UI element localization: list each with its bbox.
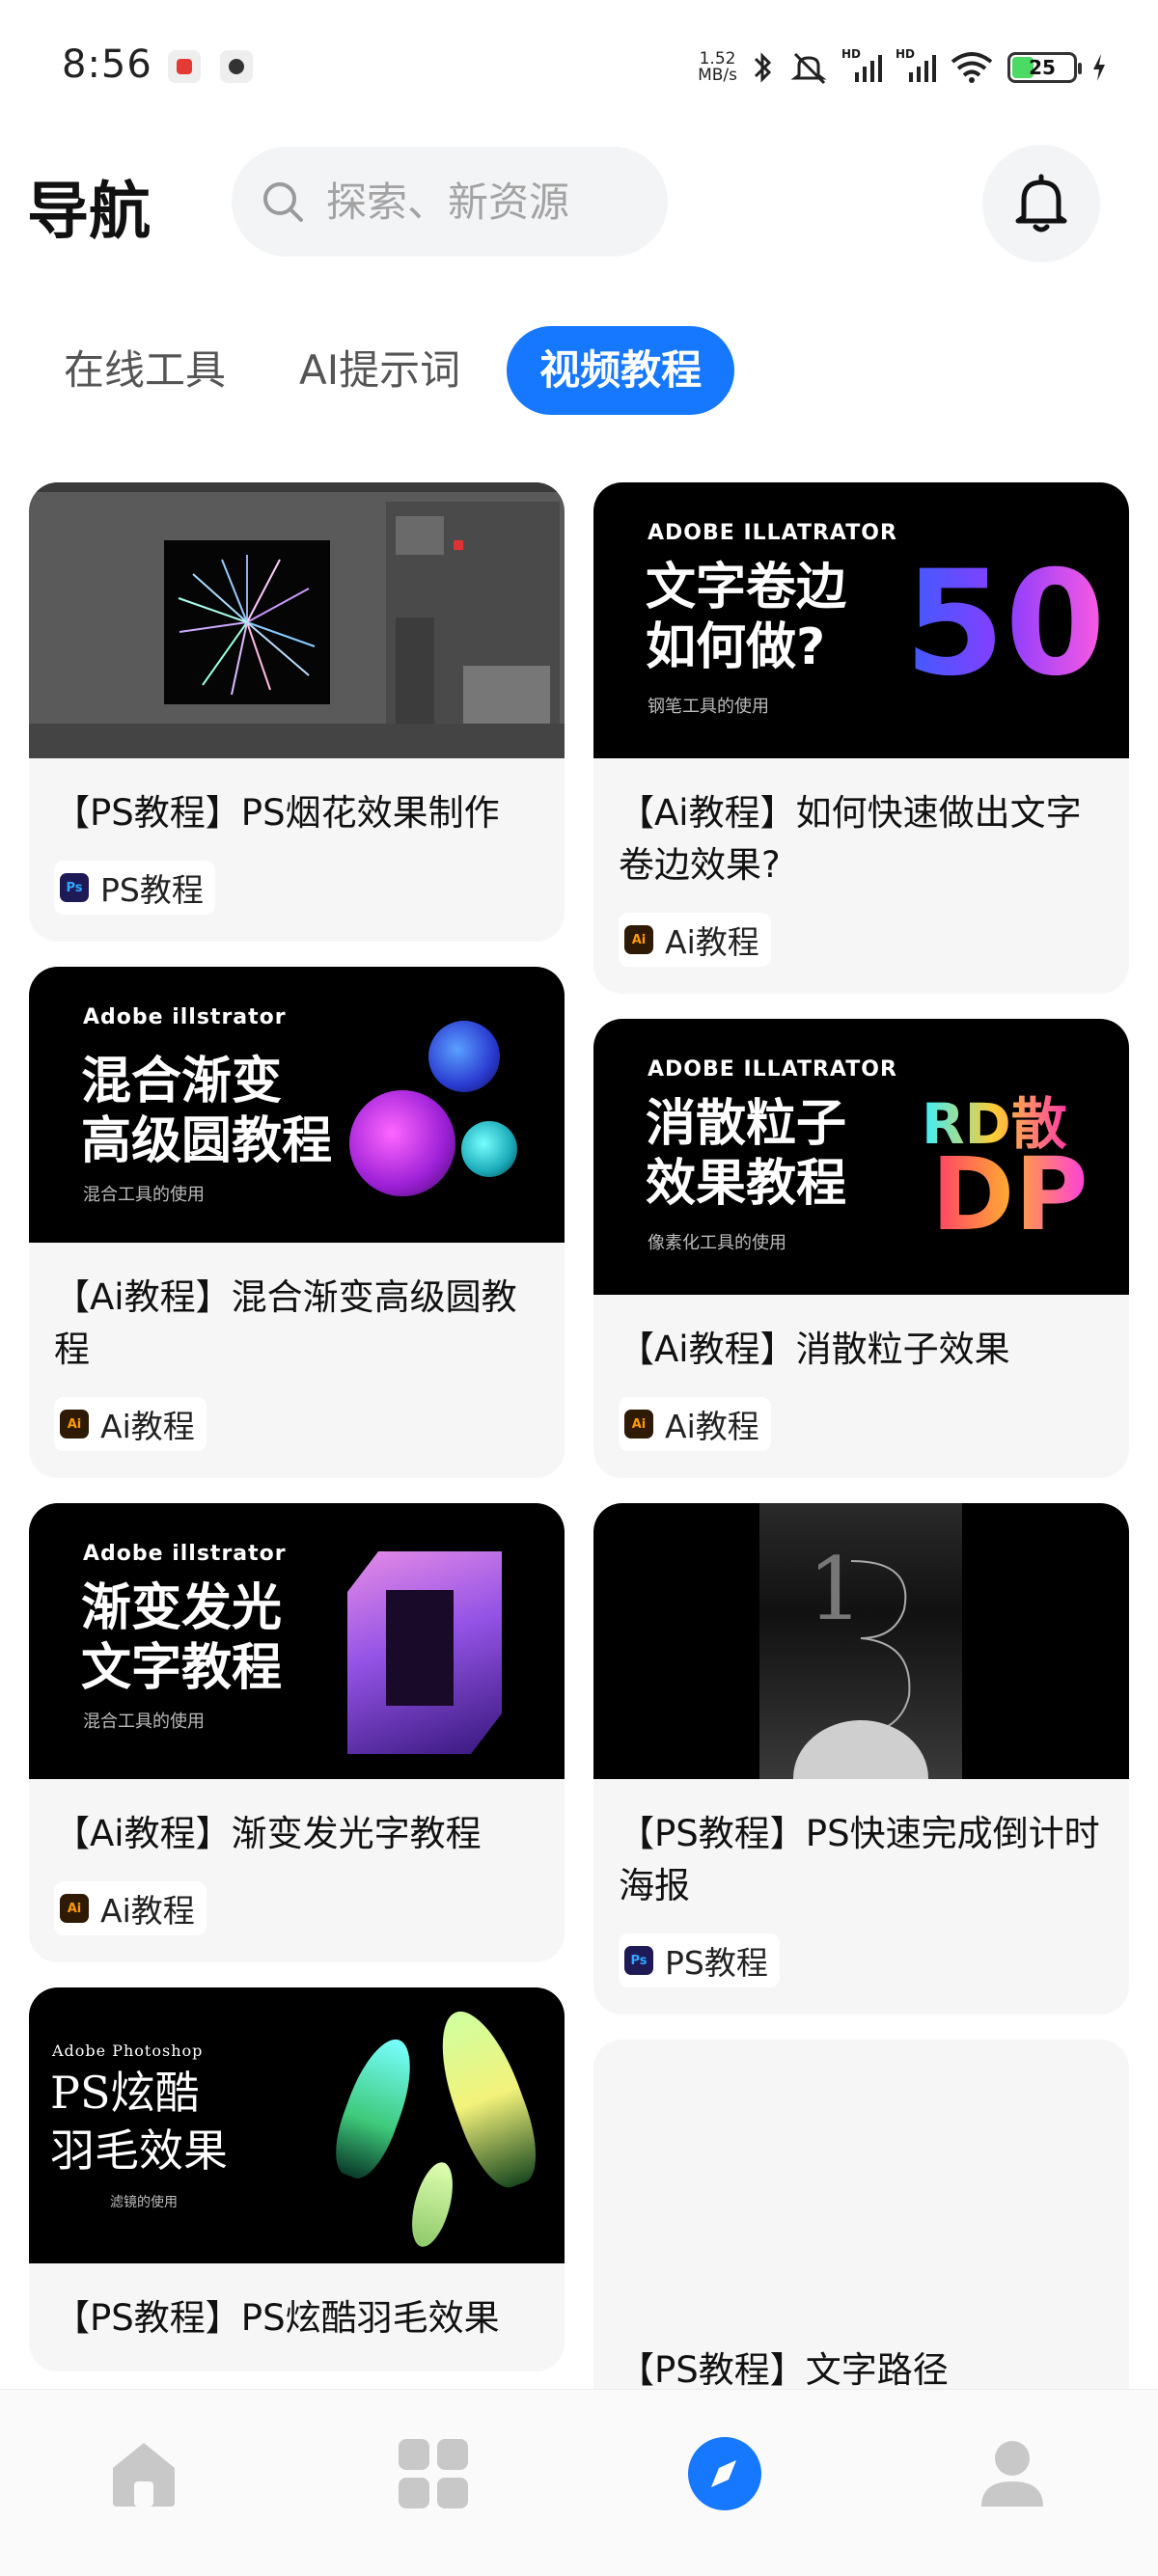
tutorial-card[interactable]: 1 【PS教程】PS快速完成倒计时海报 Ps PS教程 — [593, 1503, 1129, 2014]
wifi-icon — [951, 52, 993, 83]
bottom-navigation — [0, 2389, 1158, 2576]
compass-icon — [688, 2437, 761, 2510]
tutorial-card[interactable]: ADOBE ILLATRATOR 文字卷边 如何做? 钢笔工具的使用 50 【A… — [593, 482, 1129, 994]
card-title: 【PS教程】PS快速完成倒计时海报 — [619, 1813, 1100, 1906]
ps-logo-icon: Ps — [60, 873, 89, 902]
app-notification-icon — [168, 50, 201, 83]
card-title: 【PS教程】PS炫酷羽毛效果 — [54, 2297, 500, 2339]
page-title: 导航 — [27, 177, 151, 248]
tutorial-card[interactable]: ADOBE ILLATRATOR 消散粒子 效果教程 像素化工具的使用 RD散 … — [593, 1019, 1129, 1478]
search-input[interactable] — [326, 178, 635, 226]
app-notification-icon-2 — [220, 50, 253, 83]
nav-profile[interactable] — [969, 2430, 1056, 2517]
glow-text-thumbnail: Adobe illstrator 渐变发光 文字教程 混合工具的使用 — [29, 1503, 565, 1779]
category-tabs: 在线工具 AI提示词 视频教程 — [39, 324, 754, 417]
category-tag: Ai Ai教程 — [54, 1397, 207, 1451]
bluetooth-icon — [754, 52, 772, 83]
ai-logo-icon: Ai — [60, 1894, 89, 1923]
ai-logo-icon: Ai — [624, 925, 653, 954]
tab-ai-prompts[interactable]: AI提示词 — [272, 326, 487, 415]
signal-icon-2: HD — [896, 47, 936, 82]
blend-circles-thumbnail: Adobe illstrator 混合渐变 高级圆教程 混合工具的使用 — [29, 967, 565, 1243]
card-title: 【PS教程】PS烟花效果制作 — [54, 792, 500, 834]
category-tag: Ai Ai教程 — [619, 913, 771, 967]
card-title: 【Ai教程】如何快速做出文字卷边效果? — [619, 792, 1082, 886]
nav-apps[interactable] — [390, 2430, 477, 2517]
nav-home[interactable] — [100, 2430, 187, 2517]
signal-icon: HD — [841, 47, 882, 82]
network-speed: 1.52 MB/s — [698, 49, 737, 85]
category-tag: Ai Ai教程 — [54, 1881, 207, 1935]
blank-thumbnail — [593, 2040, 1129, 2316]
grid-column-left: 【PS教程】PS烟花效果制作 Ps PS教程 Adobe illstrator 混… — [29, 482, 565, 2393]
nav-discover[interactable] — [681, 2430, 768, 2517]
ps-screenshot-thumbnail — [29, 482, 565, 758]
tutorial-card[interactable]: Adobe illstrator 渐变发光 文字教程 混合工具的使用 【Ai教程… — [29, 1503, 565, 1962]
header: 导航 — [0, 145, 1158, 262]
notification-button[interactable] — [982, 145, 1100, 262]
grid-icon — [399, 2439, 468, 2508]
svg-text:1: 1 — [808, 1539, 863, 1640]
charging-icon — [1093, 54, 1105, 81]
status-icons: 1.52 MB/s HD HD 25 — [698, 46, 1108, 89]
tutorial-grid: 【PS教程】PS烟花效果制作 Ps PS教程 Adobe illstrator 混… — [29, 482, 1129, 2393]
curl-text-thumbnail: ADOBE ILLATRATOR 文字卷边 如何做? 钢笔工具的使用 50 — [593, 482, 1129, 758]
tab-online-tools[interactable]: 在线工具 — [39, 326, 253, 415]
tutorial-card[interactable]: 【PS教程】PS烟花效果制作 Ps PS教程 — [29, 482, 565, 942]
tab-video-tutorials[interactable]: 视频教程 — [507, 326, 735, 415]
category-tag: Ps PS教程 — [54, 861, 215, 915]
tutorial-card[interactable]: 【PS教程】文字路径 — [593, 2040, 1129, 2393]
ai-logo-icon: Ai — [60, 1410, 89, 1439]
card-title: 【Ai教程】消散粒子效果 — [619, 1329, 1010, 1370]
category-tag: Ai Ai教程 — [619, 1397, 771, 1451]
home-icon — [113, 2443, 175, 2507]
status-time: 8:56 — [62, 42, 152, 87]
tutorial-card[interactable]: Adobe Photoshop PS炫酷 羽毛效果 滤镜的使用 【PS教程】PS… — [29, 1987, 565, 2371]
feathers-thumbnail: Adobe Photoshop PS炫酷 羽毛效果 滤镜的使用 — [29, 1987, 565, 2263]
particles-thumbnail: ADOBE ILLATRATOR 消散粒子 效果教程 像素化工具的使用 RD散 … — [593, 1019, 1129, 1295]
search-icon — [263, 182, 303, 222]
profile-icon — [981, 2441, 1043, 2507]
card-title: 【PS教程】文字路径 — [619, 2349, 949, 2391]
card-title: 【Ai教程】混合渐变高级圆教程 — [54, 1276, 517, 1370]
battery-icon: 25 — [1007, 52, 1082, 83]
bell-icon — [1015, 174, 1067, 233]
grid-column-right: ADOBE ILLATRATOR 文字卷边 如何做? 钢笔工具的使用 50 【A… — [593, 482, 1129, 2393]
countdown-poster-thumbnail: 1 — [593, 1503, 1129, 1779]
status-bar: 8:56 1.52 MB/s HD HD 25 — [0, 0, 1158, 135]
search-bar[interactable] — [232, 147, 668, 257]
ps-logo-icon: Ps — [624, 1946, 653, 1975]
ai-logo-icon: Ai — [624, 1410, 653, 1439]
tutorial-card[interactable]: Adobe illstrator 混合渐变 高级圆教程 混合工具的使用 【Ai教… — [29, 967, 565, 1478]
mute-icon — [790, 52, 827, 85]
card-title: 【Ai教程】渐变发光字教程 — [54, 1813, 482, 1854]
category-tag: Ps PS教程 — [619, 1933, 780, 1987]
